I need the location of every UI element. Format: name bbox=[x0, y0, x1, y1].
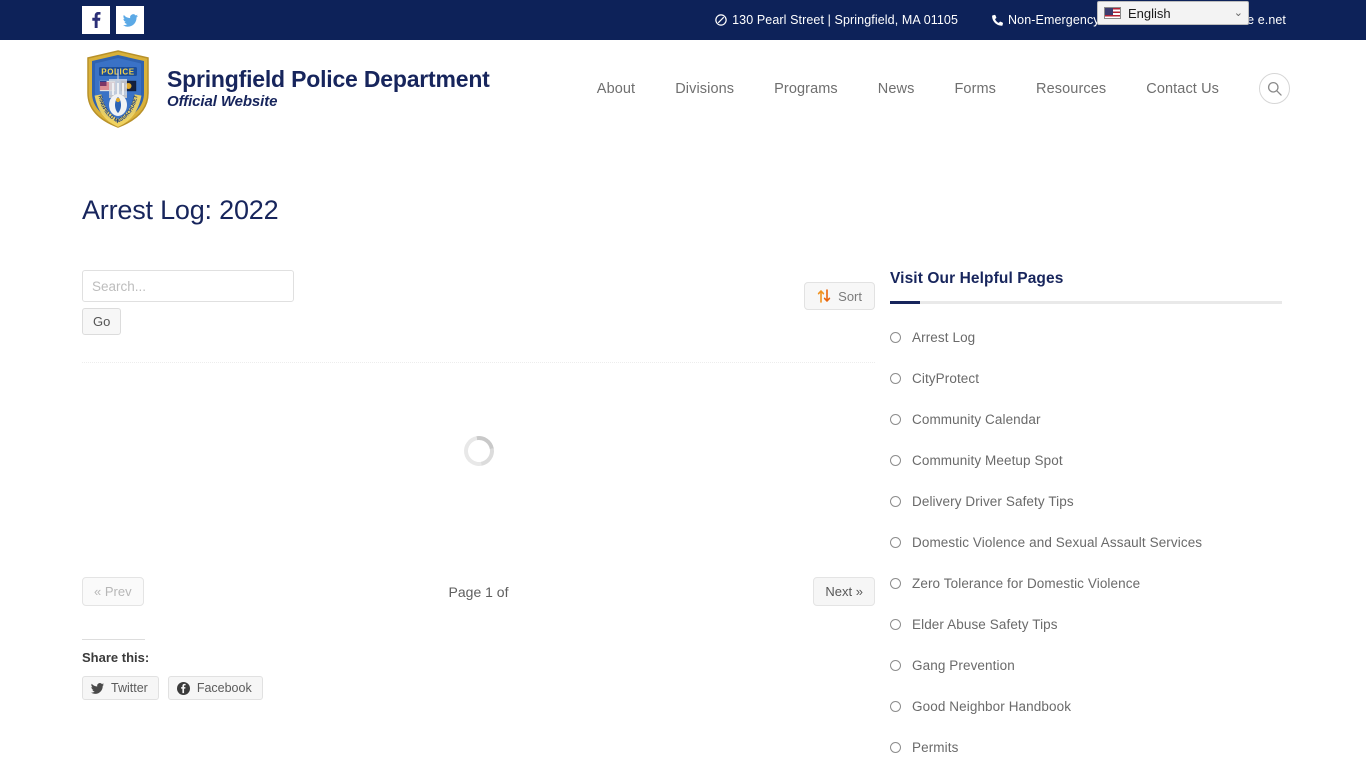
sidebar-item-good-neighbor-handbook[interactable]: Good Neighbor Handbook bbox=[890, 699, 1282, 714]
arrest-log-toolbar: Go Sort bbox=[82, 270, 875, 335]
facebook-link[interactable] bbox=[82, 6, 110, 34]
circle-bullet-icon bbox=[890, 619, 901, 630]
facebook-icon bbox=[176, 681, 190, 695]
share-facebook-label: Facebook bbox=[196, 681, 252, 695]
language-selector[interactable]: English ⌄ bbox=[1097, 1, 1249, 25]
sidebar-item-label: Gang Prevention bbox=[912, 658, 1015, 673]
top-utility-bar: 130 Pearl Street | Springfield, MA 01105… bbox=[0, 0, 1366, 40]
sidebar-item-domestic-violence-services[interactable]: Domestic Violence and Sexual Assault Ser… bbox=[890, 535, 1282, 550]
address-item: 130 Pearl Street | Springfield, MA 01105 bbox=[715, 13, 958, 27]
nav-item-forms[interactable]: Forms bbox=[934, 81, 1016, 97]
location-icon bbox=[715, 14, 727, 26]
sidebar-item-label: Permits bbox=[912, 740, 959, 755]
share-twitter-button[interactable]: Twitter bbox=[82, 676, 159, 700]
social-links-group bbox=[82, 6, 144, 34]
nav-item-divisions[interactable]: Divisions bbox=[655, 81, 754, 97]
circle-bullet-icon bbox=[890, 701, 901, 712]
address-text: 130 Pearl Street | Springfield, MA 01105 bbox=[732, 13, 959, 27]
nav-item-news[interactable]: News bbox=[858, 81, 935, 97]
sidebar-item-gang-prevention[interactable]: Gang Prevention bbox=[890, 658, 1282, 673]
twitter-icon bbox=[91, 682, 104, 694]
sidebar-item-label: Arrest Log bbox=[912, 330, 976, 345]
share-divider bbox=[82, 639, 145, 640]
circle-bullet-icon bbox=[890, 455, 901, 466]
sidebar-item-community-meetup-spot[interactable]: Community Meetup Spot bbox=[890, 453, 1282, 468]
share-facebook-button[interactable]: Facebook bbox=[167, 676, 263, 700]
nav-item-about[interactable]: About bbox=[577, 81, 655, 97]
share-buttons-group: Twitter Facebook bbox=[82, 676, 875, 700]
twitter-icon bbox=[122, 13, 138, 27]
brand-subtitle: Official Website bbox=[167, 93, 278, 111]
circle-bullet-icon bbox=[890, 496, 901, 507]
sidebar-item-label: Elder Abuse Safety Tips bbox=[912, 617, 1058, 632]
sort-button-label: Sort bbox=[838, 288, 862, 304]
page-title: Arrest Log: 2022 bbox=[82, 195, 279, 225]
sidebar-item-label: Domestic Violence and Sexual Assault Ser… bbox=[912, 535, 1203, 550]
sort-button[interactable]: Sort bbox=[804, 282, 875, 310]
share-section: Share this: Twitter Facebook bbox=[82, 639, 875, 700]
top-contact-info: 130 Pearl Street | Springfield, MA 01105… bbox=[715, 13, 1366, 27]
sidebar-item-label: Good Neighbor Handbook bbox=[912, 699, 1072, 714]
sidebar-item-arrest-log[interactable]: Arrest Log bbox=[890, 330, 1282, 345]
sidebar-item-label: Delivery Driver Safety Tips bbox=[912, 494, 1074, 509]
search-icon bbox=[1267, 81, 1282, 96]
phone-icon bbox=[992, 14, 1004, 26]
circle-bullet-icon bbox=[890, 578, 901, 589]
sidebar-heading: Visit Our Helpful Pages bbox=[890, 270, 1064, 287]
chevron-down-icon: ⌄ bbox=[1233, 6, 1243, 19]
police-badge-icon: POLICE SPRINGFIELD MASSACHUSETTS bbox=[82, 49, 149, 128]
us-flag-icon bbox=[1104, 7, 1121, 19]
search-input[interactable] bbox=[82, 270, 294, 302]
nav-item-contact-us[interactable]: Contact Us bbox=[1126, 81, 1239, 97]
sidebar-item-cityprotect[interactable]: CityProtect bbox=[890, 371, 1282, 386]
search-form: Go bbox=[82, 270, 294, 335]
share-twitter-label: Twitter bbox=[111, 681, 148, 695]
sidebar-item-zero-tolerance[interactable]: Zero Tolerance for Domestic Violence bbox=[890, 576, 1282, 591]
sidebar-item-delivery-driver-safety-tips[interactable]: Delivery Driver Safety Tips bbox=[890, 494, 1282, 509]
brand-title: Springfield Police Department bbox=[167, 65, 490, 92]
twitter-link[interactable] bbox=[116, 6, 144, 34]
pagination-controls: « Prev Page 1 of Next » bbox=[82, 577, 875, 606]
next-page-button[interactable]: Next » bbox=[813, 577, 875, 606]
go-button[interactable]: Go bbox=[82, 308, 122, 335]
sidebar-item-permits[interactable]: Permits bbox=[890, 740, 1282, 755]
site-header: POLICE SPRINGFIELD MASSACHUSETTS bbox=[0, 40, 1366, 137]
sidebar: Visit Our Helpful Pages Arrest Log CityP… bbox=[890, 270, 1282, 768]
content-columns: Go Sort « Prev Page 1 of bbox=[82, 270, 1290, 768]
nav-item-resources[interactable]: Resources bbox=[1016, 81, 1126, 97]
language-selected-label: English bbox=[1128, 5, 1171, 21]
sidebar-item-community-calendar[interactable]: Community Calendar bbox=[890, 412, 1282, 427]
sidebar-item-label: Zero Tolerance for Domestic Violence bbox=[912, 576, 1141, 591]
circle-bullet-icon bbox=[890, 537, 901, 548]
search-toggle-button[interactable] bbox=[1259, 73, 1290, 104]
nav-item-programs[interactable]: Programs bbox=[754, 81, 858, 97]
circle-bullet-icon bbox=[890, 742, 901, 753]
circle-bullet-icon bbox=[890, 332, 901, 343]
results-loading-area bbox=[82, 363, 875, 539]
sidebar-heading-underline bbox=[890, 301, 1282, 304]
share-heading: Share this: bbox=[82, 650, 150, 665]
sidebar-item-label: CityProtect bbox=[912, 371, 980, 386]
page-indicator-label: Page 1 of bbox=[448, 583, 509, 600]
helpful-pages-list: Arrest Log CityProtect Community Calenda… bbox=[890, 330, 1282, 755]
sidebar-item-elder-abuse-safety-tips[interactable]: Elder Abuse Safety Tips bbox=[890, 617, 1282, 632]
brand-logo-link[interactable]: POLICE SPRINGFIELD MASSACHUSETTS bbox=[82, 49, 490, 129]
sidebar-item-label: Community Meetup Spot bbox=[912, 453, 1063, 468]
main-content-column: Go Sort « Prev Page 1 of bbox=[82, 270, 875, 768]
circle-bullet-icon bbox=[890, 660, 901, 671]
sort-arrows-icon bbox=[817, 289, 831, 303]
sidebar-item-label: Community Calendar bbox=[912, 412, 1041, 427]
main-navigation: About Divisions Programs News Forms Reso… bbox=[577, 73, 1290, 104]
facebook-icon bbox=[91, 12, 100, 28]
page-container: Arrest Log: 2022 Go Sort bbox=[0, 195, 1366, 768]
circle-bullet-icon bbox=[890, 373, 901, 384]
loading-spinner-icon bbox=[457, 430, 500, 472]
circle-bullet-icon bbox=[890, 414, 901, 425]
prev-page-button[interactable]: « Prev bbox=[82, 577, 144, 606]
